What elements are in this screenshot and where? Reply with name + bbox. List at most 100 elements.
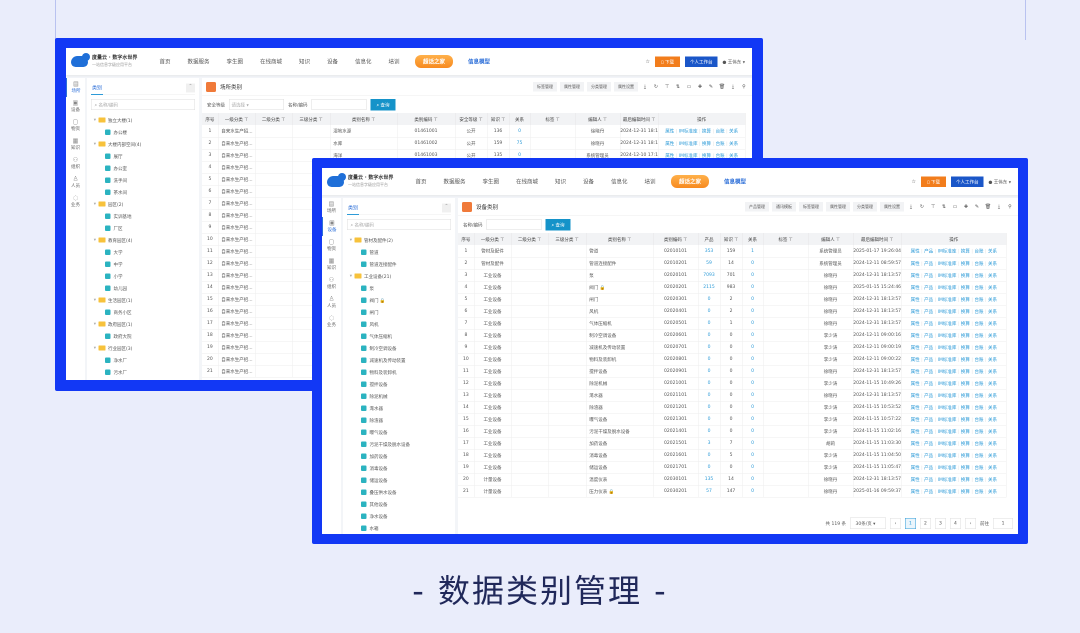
tree-tab[interactable]: 类别 [347, 201, 359, 215]
action-link[interactable]: 换算 [961, 249, 970, 254]
action-link[interactable]: IM标准库 [938, 249, 957, 254]
add-icon[interactable]: ✚ [962, 204, 970, 210]
action-link[interactable]: 台账 [974, 465, 983, 470]
table-cell[interactable]: 1 [742, 245, 764, 258]
action-link[interactable]: 关系 [988, 453, 997, 458]
tree-leaf[interactable]: 办公楼 [91, 126, 195, 138]
page-button[interactable]: 2 [919, 517, 931, 529]
table-cell[interactable]: 0 [742, 377, 764, 390]
action-link[interactable]: 台账 [974, 321, 983, 326]
action-link[interactable]: 产品 [924, 357, 933, 362]
column-header[interactable]: 类别编码 ⊤ [653, 233, 699, 245]
column-header[interactable]: 序号 [202, 113, 219, 125]
action-link[interactable]: IM标准库 [938, 273, 957, 278]
table-cell[interactable]: 0 [698, 449, 721, 462]
action-link[interactable]: 换算 [961, 261, 970, 266]
nav-item[interactable]: 首页 [151, 58, 179, 66]
toolbar-button[interactable]: 标签管理 [533, 82, 557, 92]
add-icon[interactable]: ✚ [696, 84, 704, 90]
tree-folder[interactable]: ▾ 行业园区(3) [91, 342, 195, 354]
nav-item[interactable]: 数据服务 [435, 178, 474, 186]
action-link[interactable]: 属性 [911, 441, 920, 446]
tree-leaf[interactable]: 物料及装卸机 [347, 366, 451, 378]
tree-leaf[interactable]: 管道连接配件 [347, 258, 451, 270]
table-cell[interactable]: 0 [742, 473, 764, 486]
column-header[interactable]: 标签 ⊤ [763, 233, 809, 245]
action-link[interactable]: 产品 [924, 381, 933, 386]
tree-leaf[interactable]: 闸门 [347, 306, 451, 318]
action-link[interactable]: 换算 [961, 381, 970, 386]
query-button[interactable]: ⌕ 查询 [370, 98, 396, 111]
nav-item[interactable]: 信息化 [347, 58, 381, 66]
action-link[interactable]: 属性 [911, 381, 920, 386]
table-row[interactable]: 7 工业设备 气体压缩机 02020501 0 1 0 徐晓丹 2024-12-31 18:13… [458, 317, 1007, 330]
caret-icon[interactable]: ▾ [347, 238, 352, 243]
column-header[interactable]: 关系 [742, 233, 764, 245]
tree-leaf[interactable]: 水箱 [347, 522, 451, 534]
column-header[interactable]: 类别名称 ⊤ [586, 233, 654, 245]
caret-icon[interactable]: ▾ [91, 142, 96, 147]
action-link[interactable]: 关系 [988, 477, 997, 482]
column-header[interactable]: 类别编码 ⊤ [397, 113, 456, 125]
nav-info-model[interactable]: 信息模型 [468, 58, 490, 66]
logo[interactable]: 度量云 · 数字水世界 一站信息字级应用平台 [71, 53, 151, 69]
goto-input[interactable]: 1 [993, 517, 1013, 529]
action-link[interactable]: 换算 [702, 129, 711, 134]
table-row[interactable]: 6 工业设备 风机 02020401 0 2 0 徐晓丹 2024-12-31 18:13:57… [458, 305, 1007, 318]
action-link[interactable]: 关系 [729, 141, 738, 146]
action-link[interactable]: 产品 [924, 465, 933, 470]
sort-icon[interactable]: ⇅ [940, 204, 948, 210]
delete-icon[interactable]: 🗑 [718, 84, 726, 90]
table-row[interactable]: 9 工业设备 减速机及传动装置 02020701 0 0 0 李少涛 2024-12-11 09… [458, 341, 1007, 354]
action-link[interactable]: IM标准库 [938, 321, 957, 326]
nav-item[interactable]: 培训 [636, 178, 664, 186]
action-link[interactable]: 台账 [974, 273, 983, 278]
action-link[interactable]: 台账 [974, 249, 983, 254]
next-page-button[interactable]: › [964, 517, 976, 529]
action-link[interactable]: 产品 [924, 429, 933, 434]
sidebar-item[interactable]: ▦ 知识 [66, 135, 85, 154]
table-cell[interactable]: 3 [698, 437, 721, 450]
table-cell[interactable]: 0 [742, 269, 764, 282]
action-link[interactable]: 关系 [988, 405, 997, 410]
page-button[interactable]: 3 [934, 517, 946, 529]
table-cell[interactable]: 0 [698, 425, 721, 438]
action-link[interactable]: IM标准库 [938, 261, 957, 266]
tree-leaf[interactable]: 大学 [91, 246, 195, 258]
caret-icon[interactable]: ▾ [91, 238, 96, 243]
action-link[interactable]: 关系 [988, 261, 997, 266]
action-link[interactable]: 属性 [911, 285, 920, 290]
caret-icon[interactable]: ▾ [91, 322, 96, 327]
action-link[interactable]: 属性 [911, 429, 920, 434]
action-link[interactable]: 台账 [716, 129, 725, 134]
sidebar-item[interactable]: ▦ 知识 [322, 255, 341, 274]
caret-icon[interactable]: ▾ [91, 298, 96, 303]
table-cell[interactable]: 0 [742, 293, 764, 306]
sidebar-item[interactable]: ▤ 场所 [66, 78, 85, 97]
action-link[interactable]: 换算 [961, 417, 970, 422]
table-cell[interactable]: 0 [509, 125, 531, 138]
action-link[interactable]: 产品 [924, 369, 933, 374]
column-header[interactable]: 编辑人 ⊤ [808, 233, 854, 245]
table-row[interactable]: 21 计量设备 压力仪表 🔒 02030201 57 147 0 徐晓丹 2025-01-16 … [458, 485, 1007, 498]
tree-leaf[interactable]: 储运设备 [347, 474, 451, 486]
table-row[interactable]: 4 工业设备 阀门 🔒 02020201 2115 983 0 徐晓丹 2025-01-15 1… [458, 281, 1007, 294]
table-cell[interactable]: 0 [742, 257, 764, 270]
action-link[interactable]: 换算 [961, 441, 970, 446]
action-link[interactable]: IM标准库 [679, 129, 698, 134]
table-cell[interactable]: 135 [698, 473, 721, 486]
table-row[interactable]: 14 工业设备 除渣器 02021201 0 0 0 李少涛 2024-11-15 10:53:… [458, 401, 1007, 414]
tree-leaf[interactable]: 净水设备 [347, 510, 451, 522]
action-link[interactable]: IM标准库 [938, 357, 957, 362]
tree-leaf[interactable]: 曝气设备 [347, 426, 451, 438]
tree-folder[interactable]: ▾ 生活园区(1) [91, 294, 195, 306]
table-cell[interactable]: 0 [698, 353, 721, 366]
tree-leaf[interactable]: 政府大院 [91, 330, 195, 342]
page-button[interactable]: 4 [949, 517, 961, 529]
tree-leaf[interactable]: 厂区 [91, 222, 195, 234]
tree-folder[interactable]: ▾ 教育园区(4) [91, 234, 195, 246]
action-link[interactable]: 关系 [988, 429, 997, 434]
action-link[interactable]: 关系 [988, 465, 997, 470]
column-header[interactable]: 二级分类 ⊤ [255, 113, 293, 125]
tree-leaf[interactable]: 污水厂 [91, 366, 195, 378]
